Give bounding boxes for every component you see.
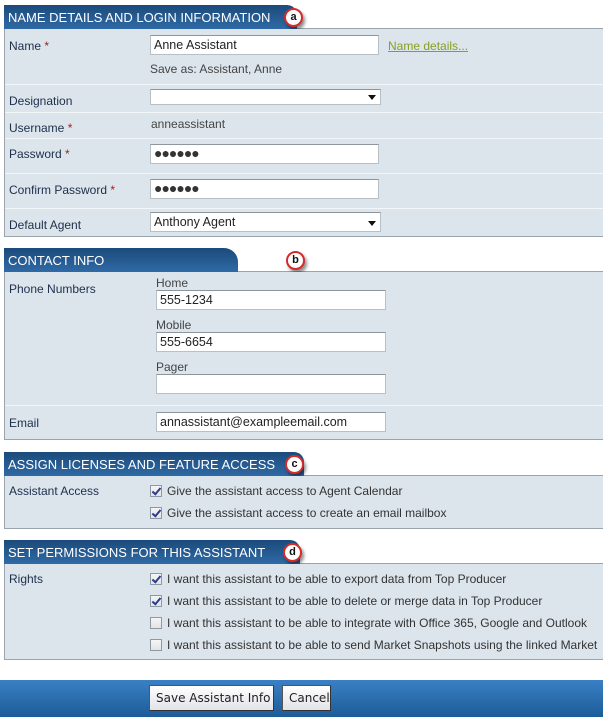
checkbox[interactable]: [150, 507, 162, 519]
checkbox[interactable]: [150, 595, 162, 607]
section-title: NAME DETAILS AND LOGIN INFORMATION: [4, 5, 297, 29]
password-input[interactable]: ●●●●●●: [150, 144, 379, 164]
section-header: SET PERMISSIONS FOR THIS ASSISTANT d: [4, 540, 603, 564]
name-login-section: NAME DETAILS AND LOGIN INFORMATION a Nam…: [4, 5, 603, 237]
rights-label: Rights: [9, 572, 44, 586]
pager-input[interactable]: [156, 374, 386, 394]
required-marker: *: [65, 147, 70, 161]
password-label: Password: [9, 147, 62, 161]
name-details-link[interactable]: Name details...: [388, 39, 468, 53]
callout-badge-c: c: [285, 455, 304, 474]
phone-numbers-label: Phone Numbers: [9, 282, 96, 296]
email-row: Email annassistant@exampleemail.com: [5, 406, 603, 440]
contact-info-section: CONTACT INFO b Phone Numbers Home 555-12…: [4, 248, 603, 440]
permission-option[interactable]: I want this assistant to be able to send…: [150, 638, 597, 652]
confirm-password-label: Confirm Password: [9, 183, 108, 197]
chevron-down-icon: [368, 95, 376, 100]
designation-label: Designation: [9, 94, 73, 108]
permission-option[interactable]: I want this assistant to be able to expo…: [150, 572, 506, 586]
option-label: Give the assistant access to Agent Calen…: [167, 484, 403, 498]
option-label: I want this assistant to be able to inte…: [167, 616, 588, 630]
required-marker: *: [67, 121, 73, 135]
email-label: Email: [9, 416, 40, 430]
section-body: Name * Anne Assistant Name details... Sa…: [4, 29, 603, 237]
section-body: Assistant Access Give the assistant acce…: [4, 476, 603, 529]
home-phone-input[interactable]: 555-1234: [156, 290, 386, 310]
checkbox[interactable]: [150, 573, 162, 585]
section-header: CONTACT INFO b: [4, 248, 603, 272]
option-label: I want this assistant to be able to expo…: [167, 572, 507, 586]
checkbox[interactable]: [150, 639, 162, 651]
option-label: Give the assistant access to create an e…: [167, 506, 447, 520]
assistant-access-label: Assistant Access: [9, 484, 100, 498]
mobile-phone-input[interactable]: 555-6654: [156, 332, 386, 352]
permission-option[interactable]: I want this assistant to be able to dele…: [150, 594, 542, 608]
default-agent-select[interactable]: Anthony Agent: [150, 212, 381, 232]
checkbox[interactable]: [150, 485, 162, 497]
callout-badge-b: b: [286, 251, 305, 270]
username-row: Username * anneassistant: [5, 113, 603, 139]
password-row: Password * ●●●●●●: [5, 139, 603, 174]
callout-badge-a: a: [284, 8, 303, 27]
default-agent-value: Anthony Agent: [154, 215, 236, 229]
default-agent-row: Default Agent Anthony Agent: [5, 209, 603, 237]
email-input[interactable]: annassistant@exampleemail.com: [156, 412, 386, 432]
cancel-button[interactable]: Cancel: [282, 685, 331, 711]
name-label: Name: [9, 39, 42, 53]
confirm-password-input[interactable]: ●●●●●●: [150, 179, 379, 199]
chevron-down-icon: [368, 221, 376, 226]
access-option[interactable]: Give the assistant access to Agent Calen…: [150, 484, 402, 498]
required-marker: *: [44, 39, 50, 53]
section-title: ASSIGN LICENSES AND FEATURE ACCESS: [4, 452, 304, 476]
name-row: Name * Anne Assistant Name details... Sa…: [5, 29, 603, 85]
home-label: Home: [156, 276, 189, 290]
callout-badge-d: d: [283, 543, 302, 562]
phone-numbers-row: Phone Numbers Home 555-1234 Mobile 555-6…: [5, 272, 603, 406]
required-marker: *: [110, 183, 116, 197]
save-assistant-button[interactable]: Save Assistant Info: [149, 685, 274, 711]
username-label: Username: [9, 121, 65, 135]
default-agent-label: Default Agent: [9, 218, 82, 232]
section-header: NAME DETAILS AND LOGIN INFORMATION a: [4, 5, 603, 29]
designation-select[interactable]: [150, 89, 381, 105]
section-header: ASSIGN LICENSES AND FEATURE ACCESS c: [4, 452, 603, 476]
licenses-section: ASSIGN LICENSES AND FEATURE ACCESS c Ass…: [4, 452, 603, 529]
section-title: SET PERMISSIONS FOR THIS ASSISTANT: [4, 540, 300, 564]
mobile-label: Mobile: [156, 318, 192, 332]
access-option[interactable]: Give the assistant access to create an e…: [150, 506, 446, 520]
permissions-section: SET PERMISSIONS FOR THIS ASSISTANT d Rig…: [4, 540, 603, 660]
section-body: Rights I want this assistant to be able …: [4, 564, 603, 660]
permission-option[interactable]: I want this assistant to be able to inte…: [150, 616, 587, 630]
footer-bar: Save Assistant Info Cancel: [0, 680, 603, 717]
section-body: Phone Numbers Home 555-1234 Mobile 555-6…: [4, 272, 603, 440]
save-as-text: Save as: Assistant, Anne: [150, 62, 283, 76]
option-label: I want this assistant to be able to send…: [167, 638, 598, 652]
designation-row: Designation: [5, 85, 603, 113]
username-value: anneassistant: [151, 117, 226, 131]
section-title: CONTACT INFO: [4, 248, 238, 272]
name-input[interactable]: Anne Assistant: [150, 35, 379, 55]
option-label: I want this assistant to be able to dele…: [167, 594, 543, 608]
confirm-password-row: Confirm Password * ●●●●●●: [5, 174, 603, 209]
checkbox[interactable]: [150, 617, 162, 629]
pager-label: Pager: [156, 360, 189, 374]
